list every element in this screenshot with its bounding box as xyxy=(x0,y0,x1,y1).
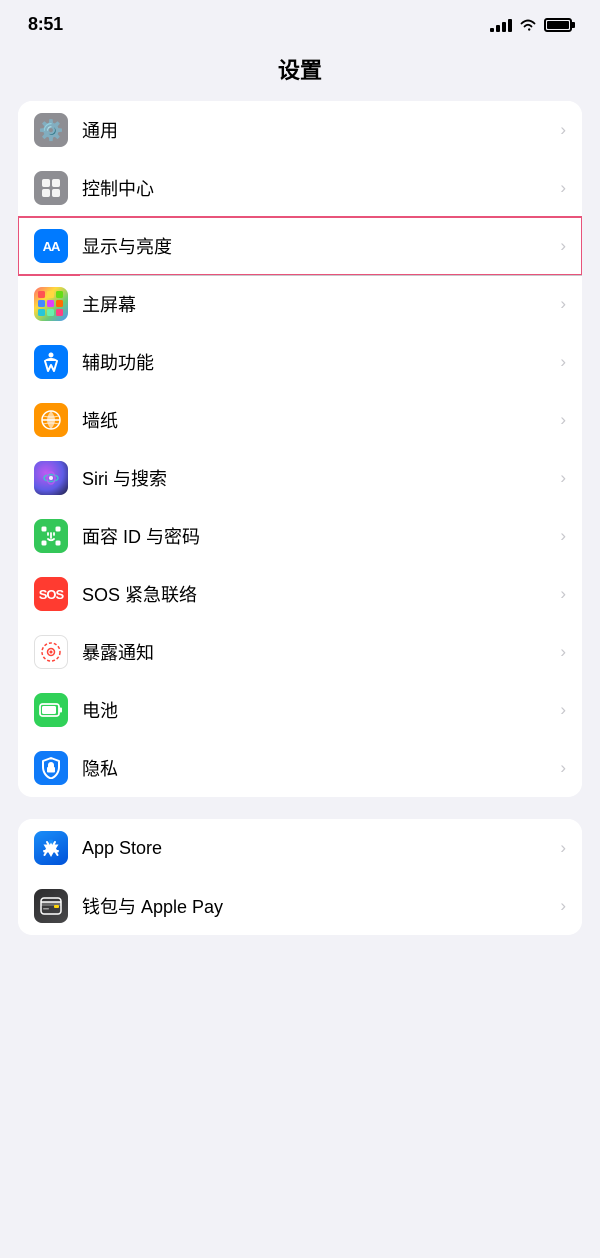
sos-chevron: › xyxy=(560,584,566,604)
control-center-svg xyxy=(40,177,62,199)
homescreen-svg xyxy=(37,290,65,318)
settings-row-homescreen[interactable]: 主屏幕 › xyxy=(18,275,582,333)
general-label: 通用 xyxy=(82,117,554,143)
status-bar: 8:51 xyxy=(0,0,600,45)
display-icon: AA xyxy=(34,229,68,263)
settings-row-sos[interactable]: SOS SOS 紧急联络 › xyxy=(18,565,582,623)
sos-icon: SOS xyxy=(34,577,68,611)
wallet-chevron: › xyxy=(560,896,566,916)
display-chevron: › xyxy=(560,236,566,256)
appstore-chevron: › xyxy=(560,838,566,858)
sos-label: SOS 紧急联络 xyxy=(82,581,554,607)
settings-row-display[interactable]: AA 显示与亮度 › xyxy=(18,217,582,275)
homescreen-label: 主屏幕 xyxy=(82,291,554,317)
settings-row-wallpaper[interactable]: 墙纸 › xyxy=(18,391,582,449)
accessibility-label: 辅助功能 xyxy=(82,349,554,375)
wallpaper-svg xyxy=(40,409,62,431)
faceid-svg xyxy=(40,525,62,547)
battery-icon xyxy=(544,18,572,32)
exposure-label: 暴露通知 xyxy=(82,639,554,665)
homescreen-icon xyxy=(34,287,68,321)
settings-row-general[interactable]: ⚙️ 通用 › xyxy=(18,101,582,159)
privacy-icon xyxy=(34,751,68,785)
appstore-label: App Store xyxy=(82,838,554,859)
exposure-svg xyxy=(40,641,62,663)
settings-row-faceid[interactable]: 面容 ID 与密码 › xyxy=(18,507,582,565)
exposure-chevron: › xyxy=(560,642,566,662)
status-time: 8:51 xyxy=(28,14,63,35)
wallet-label: 钱包与 Apple Pay xyxy=(82,893,554,919)
settings-row-exposure[interactable]: 暴露通知 › xyxy=(18,623,582,681)
wallet-icon xyxy=(34,889,68,923)
aa-icon: AA xyxy=(43,239,60,254)
battery-row-icon xyxy=(34,693,68,727)
siri-icon xyxy=(34,461,68,495)
battery-label: 电池 xyxy=(82,697,554,723)
siri-svg xyxy=(40,467,62,489)
settings-row-battery[interactable]: 电池 › xyxy=(18,681,582,739)
settings-row-wallet[interactable]: 钱包与 Apple Pay › xyxy=(18,877,582,935)
accessibility-svg xyxy=(40,351,62,373)
settings-row-siri[interactable]: Siri 与搜索 › xyxy=(18,449,582,507)
control-center-chevron: › xyxy=(560,178,566,198)
display-label: 显示与亮度 xyxy=(82,233,554,259)
appstore-svg xyxy=(40,837,62,859)
settings-row-privacy[interactable]: 隐私 › xyxy=(18,739,582,797)
wallpaper-label: 墙纸 xyxy=(82,407,554,433)
sos-text: SOS xyxy=(39,587,63,602)
settings-row-control-center[interactable]: 控制中心 › xyxy=(18,159,582,217)
general-chevron: › xyxy=(560,120,566,140)
homescreen-chevron: › xyxy=(560,294,566,314)
faceid-chevron: › xyxy=(560,526,566,546)
settings-section-apps: App Store › 钱包与 Apple Pay › xyxy=(18,819,582,935)
faceid-icon xyxy=(34,519,68,553)
accessibility-chevron: › xyxy=(560,352,566,372)
settings-section-general: ⚙️ 通用 › 控制中心 › AA 显示与亮度 › xyxy=(18,101,582,797)
control-center-icon xyxy=(34,171,68,205)
status-icons xyxy=(490,18,572,32)
control-center-label: 控制中心 xyxy=(82,175,554,201)
privacy-svg xyxy=(41,757,61,779)
accessibility-icon xyxy=(34,345,68,379)
faceid-label: 面容 ID 与密码 xyxy=(82,523,554,549)
settings-row-appstore[interactable]: App Store › xyxy=(18,819,582,877)
privacy-chevron: › xyxy=(560,758,566,778)
settings-row-accessibility[interactable]: 辅助功能 › xyxy=(18,333,582,391)
battery-row-svg xyxy=(39,702,63,718)
page-title: 设置 xyxy=(0,45,600,101)
privacy-label: 隐私 xyxy=(82,755,554,781)
wallet-svg xyxy=(40,897,62,915)
wallpaper-chevron: › xyxy=(560,410,566,430)
siri-label: Siri 与搜索 xyxy=(82,465,554,491)
wallpaper-icon xyxy=(34,403,68,437)
siri-chevron: › xyxy=(560,468,566,488)
gear-icon: ⚙️ xyxy=(39,118,64,143)
general-icon: ⚙️ xyxy=(34,113,68,147)
signal-icon xyxy=(490,18,512,32)
appstore-icon xyxy=(34,831,68,865)
battery-chevron: › xyxy=(560,700,566,720)
exposure-icon xyxy=(34,635,68,669)
wifi-icon xyxy=(519,18,537,32)
